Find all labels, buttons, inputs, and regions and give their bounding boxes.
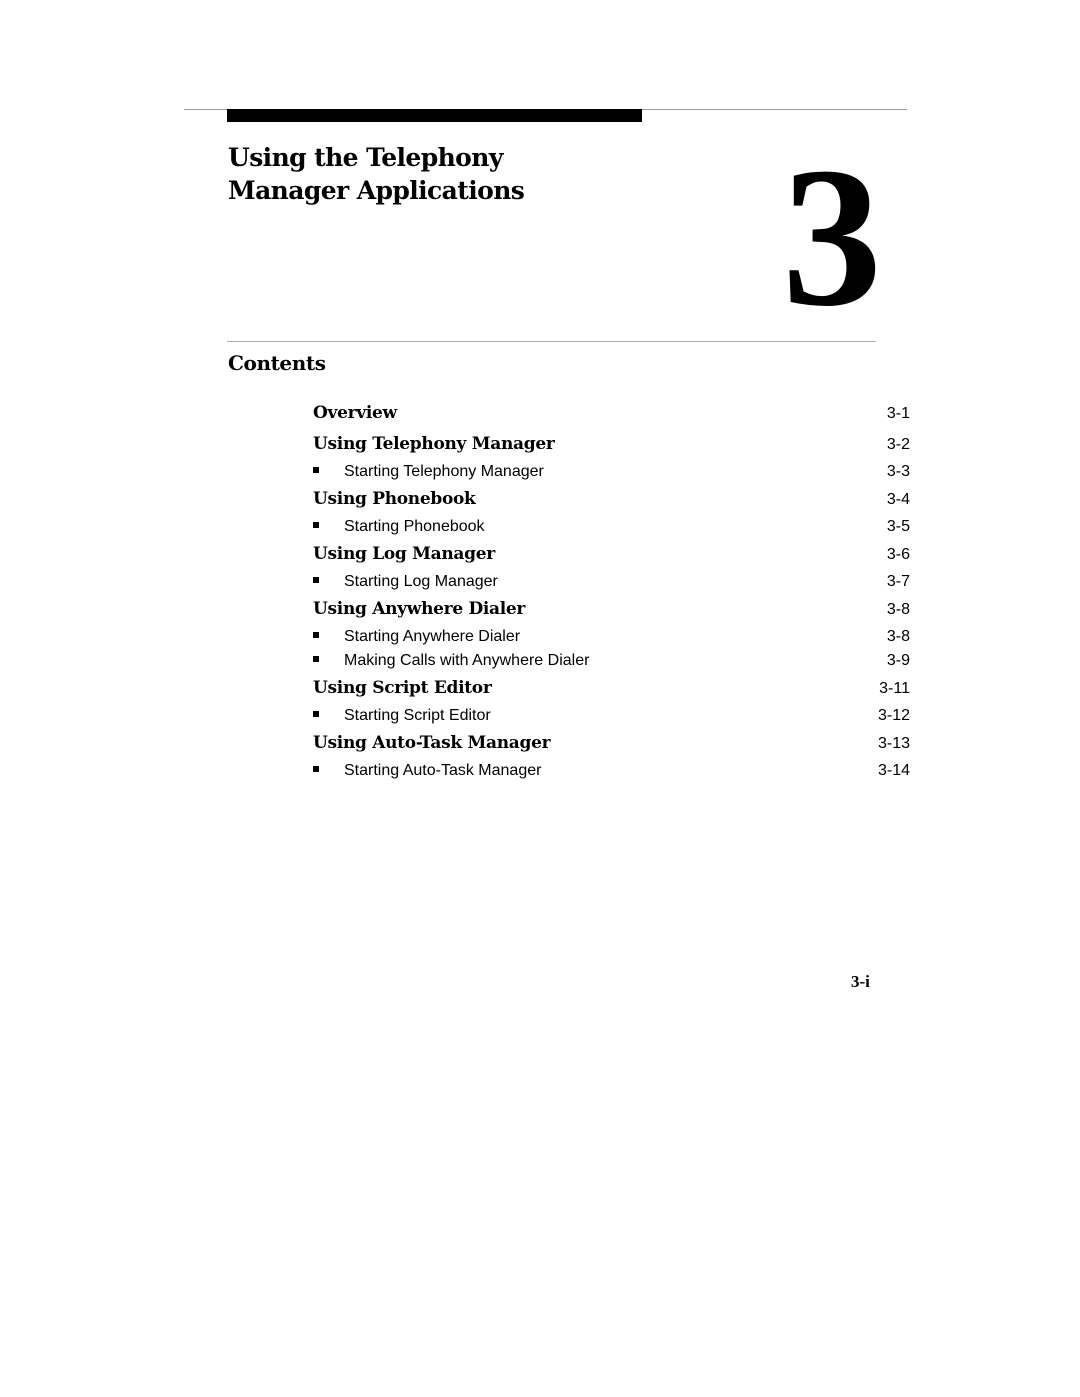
contents-heading: Contents <box>228 351 326 375</box>
toc-subentry-label: Starting Telephony Manager <box>344 463 544 480</box>
toc-entry[interactable]: Overview 3-1 <box>313 398 910 429</box>
toc-subentry-page: 3-5 <box>886 518 910 535</box>
toc-subentry-label: Starting Anywhere Dialer <box>344 628 521 645</box>
toc-subentry-page: 3-7 <box>886 573 910 590</box>
toc-subentry[interactable]: Making Calls with Anywhere Dialer 3-9 <box>313 649 910 673</box>
toc-entry-page: 3-6 <box>886 546 910 563</box>
toc-subentry-page: 3-9 <box>886 652 910 669</box>
toc-entry-label: Using Auto-Task Manager <box>313 733 551 753</box>
toc-subentry[interactable]: Starting Script Editor 3-12 <box>313 704 910 728</box>
toc-entry-page: 3-11 <box>879 680 910 697</box>
section-divider <box>227 341 876 342</box>
toc-subentry-label: Starting Script Editor <box>344 707 491 724</box>
page-number: 3-i <box>851 972 870 991</box>
toc-subentry-page: 3-14 <box>877 762 910 779</box>
toc-subentry-label: Starting Auto-Task Manager <box>344 762 542 779</box>
chapter-title: Using the Telephony Manager Applications <box>228 141 525 207</box>
toc-entry[interactable]: Using Auto-Task Manager 3-13 <box>313 728 910 759</box>
toc-entry[interactable]: Using Script Editor 3-11 <box>313 673 910 704</box>
table-of-contents: Overview 3-1 Using Telephony Manager 3-2… <box>313 398 910 783</box>
toc-entry-label: Using Telephony Manager <box>313 434 555 454</box>
toc-subentry-label: Making Calls with Anywhere Dialer <box>344 652 590 669</box>
toc-subentry-page: 3-12 <box>877 707 910 724</box>
toc-subentry[interactable]: Starting Phonebook 3-5 <box>313 515 910 539</box>
square-bullet-icon <box>313 766 319 772</box>
toc-subentry[interactable]: Starting Log Manager 3-7 <box>313 570 910 594</box>
toc-entry[interactable]: Using Phonebook 3-4 <box>313 484 910 515</box>
toc-entry[interactable]: Using Anywhere Dialer 3-8 <box>313 594 910 625</box>
square-bullet-icon <box>313 467 319 473</box>
toc-subentry[interactable]: Starting Auto-Task Manager 3-14 <box>313 759 910 783</box>
toc-subentry[interactable]: Starting Telephony Manager 3-3 <box>313 460 910 484</box>
toc-entry[interactable]: Using Telephony Manager 3-2 <box>313 429 910 460</box>
toc-entry-label: Overview <box>313 403 397 423</box>
toc-entry-label: Using Script Editor <box>313 678 492 698</box>
toc-entry-page: 3-1 <box>886 405 910 422</box>
toc-subentry[interactable]: Starting Anywhere Dialer 3-8 <box>313 625 910 649</box>
toc-entry[interactable]: Using Log Manager 3-6 <box>313 539 910 570</box>
square-bullet-icon <box>313 577 319 583</box>
chapter-title-line-1: Using the Telephony <box>228 143 503 172</box>
square-bullet-icon <box>313 656 319 662</box>
toc-subentry-page: 3-8 <box>886 628 910 645</box>
toc-entry-label: Using Log Manager <box>313 544 495 564</box>
toc-entry-label: Using Phonebook <box>313 489 476 509</box>
toc-subentry-label: Starting Phonebook <box>344 518 485 535</box>
toc-subentry-page: 3-3 <box>886 463 910 480</box>
square-bullet-icon <box>313 632 319 638</box>
chapter-number: 3 <box>782 127 882 348</box>
toc-entry-page: 3-8 <box>886 601 910 618</box>
chapter-title-line-2: Manager Applications <box>228 176 525 205</box>
square-bullet-icon <box>313 711 319 717</box>
header-bar <box>227 109 642 122</box>
toc-entry-page: 3-13 <box>877 735 910 752</box>
toc-entry-label: Using Anywhere Dialer <box>313 599 526 619</box>
toc-subentry-label: Starting Log Manager <box>344 573 498 590</box>
toc-entry-page: 3-2 <box>886 436 910 453</box>
square-bullet-icon <box>313 522 319 528</box>
toc-entry-page: 3-4 <box>886 491 910 508</box>
